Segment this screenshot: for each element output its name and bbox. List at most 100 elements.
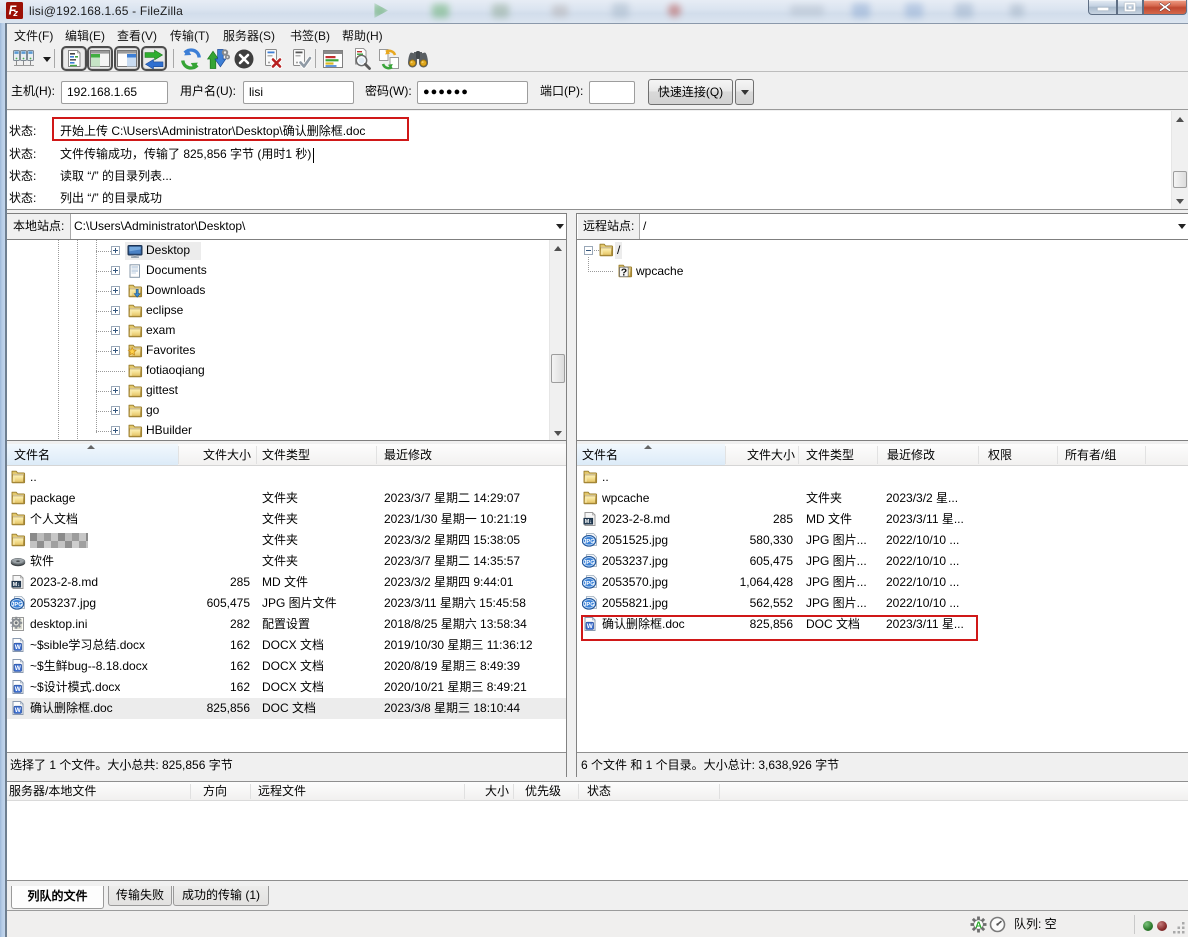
file-row[interactable]: ~$生鲜bug--8.18.docx162DOCX 文档2020/8/19 星期… bbox=[7, 656, 566, 677]
expand-icon[interactable] bbox=[111, 306, 120, 315]
directory-listing-filters-button[interactable] bbox=[321, 47, 345, 71]
column-resize-handle[interactable] bbox=[1145, 446, 1146, 464]
password-input[interactable]: ●●●●●● bbox=[417, 81, 528, 104]
queue-column-priority[interactable]: 优先级 bbox=[525, 782, 561, 801]
file-row[interactable]: desktop.ini282配置设置2018/8/25 星期六 13:58:34 bbox=[7, 614, 566, 635]
file-row[interactable]: .. bbox=[7, 467, 566, 488]
menu-view[interactable]: 查看(V) bbox=[110, 25, 164, 47]
column-resize-handle[interactable] bbox=[798, 446, 799, 464]
expand-icon[interactable] bbox=[111, 346, 120, 355]
tree-item-label[interactable]: Favorites bbox=[144, 342, 197, 359]
close-button[interactable] bbox=[1143, 0, 1187, 15]
file-row[interactable]: 文件夹2023/3/2 星期四 15:38:05 bbox=[7, 530, 566, 551]
panel-splitter[interactable] bbox=[567, 213, 576, 777]
column-resize-handle[interactable] bbox=[719, 784, 720, 799]
column-header-modified[interactable]: 最近修改 bbox=[882, 444, 940, 466]
menu-bookmarks[interactable]: 书签(B) bbox=[283, 25, 337, 47]
find-files-button[interactable] bbox=[406, 47, 430, 71]
file-row[interactable]: 2023-2-8.md285MD 文件2023/3/11 星... bbox=[577, 509, 1188, 530]
menu-server[interactable]: 服务器(S) bbox=[216, 25, 282, 47]
column-header-size[interactable]: 文件大小 bbox=[178, 444, 256, 466]
file-row[interactable]: 确认删除框.doc825,856DOC 文档2023/3/8 星期三 18:10… bbox=[7, 698, 566, 719]
directory-comparison-button[interactable] bbox=[349, 47, 373, 71]
scrollbar-thumb[interactable] bbox=[551, 354, 565, 383]
column-resize-handle[interactable] bbox=[877, 446, 878, 464]
port-input[interactable] bbox=[589, 81, 635, 104]
column-resize-handle[interactable] bbox=[1057, 446, 1058, 464]
toggle-local-tree-button[interactable] bbox=[87, 46, 113, 71]
tree-item-label[interactable]: fotiaoqiang bbox=[144, 362, 207, 379]
column-resize-handle[interactable] bbox=[250, 784, 251, 799]
column-resize-handle[interactable] bbox=[190, 784, 191, 799]
file-row[interactable]: wpcache文件夹2023/3/2 星... bbox=[577, 488, 1188, 509]
tree-item-label[interactable]: gittest bbox=[144, 382, 180, 399]
column-resize-handle[interactable] bbox=[978, 446, 979, 464]
column-header-type[interactable]: 文件类型 bbox=[257, 444, 315, 466]
menu-help[interactable]: 帮助(H) bbox=[335, 25, 390, 47]
expand-icon[interactable] bbox=[111, 406, 120, 415]
file-row[interactable]: ~$sible学习总结.docx162DOCX 文档2019/10/30 星期三… bbox=[7, 635, 566, 656]
site-manager-dropdown[interactable] bbox=[40, 47, 54, 71]
tree-item-label[interactable]: HBuilder bbox=[144, 422, 194, 439]
log-scrollbar[interactable] bbox=[1171, 111, 1188, 209]
expand-icon[interactable] bbox=[111, 326, 120, 335]
expand-icon[interactable] bbox=[111, 386, 120, 395]
username-input[interactable]: lisi bbox=[243, 81, 354, 104]
file-row[interactable]: 软件文件夹2023/3/7 星期二 14:35:57 bbox=[7, 551, 566, 572]
toggle-log-view-button[interactable] bbox=[61, 46, 87, 71]
combo-arrow-icon[interactable] bbox=[1178, 224, 1186, 229]
menu-file[interactable]: 文件(F) bbox=[7, 25, 60, 47]
file-row[interactable]: 2053237.jpg605,475JPG 图片文件2023/3/11 星期六 … bbox=[7, 593, 566, 614]
file-row[interactable]: package文件夹2023/3/7 星期二 14:29:07 bbox=[7, 488, 566, 509]
tab-successful-transfers[interactable]: 成功的传输 (1) bbox=[173, 886, 269, 906]
column-resize-handle[interactable] bbox=[376, 446, 377, 464]
column-header-modified[interactable]: 最近修改 bbox=[379, 444, 437, 466]
combo-arrow-icon[interactable] bbox=[556, 224, 564, 229]
disconnect-button[interactable] bbox=[260, 47, 284, 71]
menu-transfer[interactable]: 传输(T) bbox=[163, 25, 216, 47]
expand-icon[interactable] bbox=[111, 286, 120, 295]
synchronized-browsing-button[interactable] bbox=[377, 47, 401, 71]
tree-item-label[interactable]: Documents bbox=[144, 262, 209, 279]
file-row[interactable]: 2053237.jpg605,475JPG 图片...2022/10/10 ..… bbox=[577, 551, 1188, 572]
file-row[interactable]: 2055821.jpg562,552JPG 图片...2022/10/10 ..… bbox=[577, 593, 1188, 614]
tab-failed-transfers[interactable]: 传输失败 bbox=[108, 886, 172, 906]
tree-item-label[interactable]: wpcache bbox=[634, 263, 685, 280]
host-input[interactable]: 192.168.1.65 bbox=[61, 81, 168, 104]
reconnect-button[interactable] bbox=[288, 47, 312, 71]
tree-item-label[interactable]: exam bbox=[144, 322, 177, 339]
cancel-button[interactable] bbox=[232, 47, 256, 71]
scroll-up-button[interactable] bbox=[550, 240, 566, 257]
column-header-type[interactable]: 文件类型 bbox=[801, 444, 859, 466]
tree-item-label[interactable]: Downloads bbox=[144, 282, 207, 299]
expand-icon[interactable] bbox=[111, 426, 120, 435]
column-header-owner[interactable]: 所有者/组 bbox=[1060, 444, 1121, 466]
tree-item-label[interactable]: / bbox=[615, 242, 622, 259]
scroll-down-button[interactable] bbox=[1172, 192, 1188, 209]
file-row[interactable]: 个人文档文件夹2023/1/30 星期一 10:21:19 bbox=[7, 509, 566, 530]
scrollbar-thumb[interactable] bbox=[1173, 171, 1187, 188]
scroll-down-button[interactable] bbox=[550, 424, 566, 441]
queue-column-server-local-file[interactable]: 服务器/本地文件 bbox=[9, 782, 96, 801]
resize-grip[interactable] bbox=[1171, 920, 1186, 935]
tree-item-label[interactable]: eclipse bbox=[144, 302, 185, 319]
expand-icon[interactable] bbox=[111, 246, 120, 255]
file-row[interactable]: 2051525.jpg580,330JPG 图片...2022/10/10 ..… bbox=[577, 530, 1188, 551]
tab-queued-files[interactable]: 列队的文件 bbox=[11, 886, 104, 909]
quickconnect-button[interactable]: 快速连接(Q) bbox=[648, 79, 733, 105]
remote-site-combobox[interactable]: / bbox=[643, 214, 646, 239]
maximize-button[interactable] bbox=[1117, 0, 1143, 15]
queue-column-status[interactable]: 状态 bbox=[587, 782, 611, 801]
column-header-name[interactable]: 文件名 bbox=[577, 444, 623, 466]
column-resize-handle[interactable] bbox=[513, 784, 514, 799]
menu-edit[interactable]: 编辑(E) bbox=[58, 25, 112, 47]
tree-item-label[interactable]: Desktop bbox=[144, 242, 192, 259]
queue-column-remote-file[interactable]: 远程文件 bbox=[258, 782, 306, 801]
queue-column-direction[interactable]: 方向 bbox=[203, 782, 227, 801]
file-row[interactable]: ~$设计模式.docx162DOCX 文档2020/10/21 星期三 8:49… bbox=[7, 677, 566, 698]
file-row[interactable]: 2053570.jpg1,064,428JPG 图片...2022/10/10 … bbox=[577, 572, 1188, 593]
toggle-transfer-queue-button[interactable] bbox=[141, 46, 167, 71]
column-resize-handle[interactable] bbox=[578, 784, 579, 799]
expand-icon[interactable] bbox=[111, 266, 120, 275]
file-row[interactable]: .. bbox=[577, 467, 1188, 488]
